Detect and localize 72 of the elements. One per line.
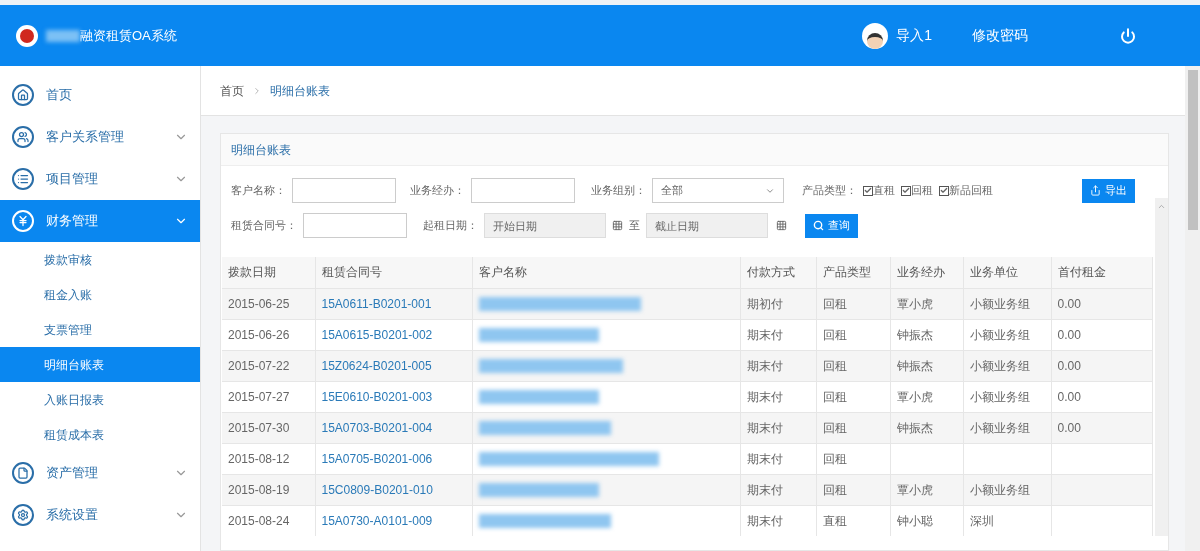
user-link[interactable]: 导入1 <box>896 25 932 46</box>
logo-icon <box>16 24 38 47</box>
submenu-item[interactable]: 拨款审核 <box>0 242 200 277</box>
field-label: 产品类型： <box>802 183 857 199</box>
checkbox-label: 新品回租 <box>949 183 993 199</box>
breadcrumb-link[interactable]: 明细台账表 <box>270 81 330 100</box>
power-icon[interactable] <box>1120 27 1136 44</box>
blurred-bar <box>46 29 80 42</box>
chevron-icon <box>252 85 262 96</box>
select-value: 全部 <box>661 183 683 199</box>
submenu-item[interactable]: 入账日报表 <box>0 382 200 417</box>
menu-label: 首页 <box>46 86 73 105</box>
submenu-item[interactable]: 支票管理 <box>0 312 200 347</box>
end-date-field[interactable]: 截止日期 <box>646 213 768 238</box>
sidebar-item[interactable]: 项目管理 <box>0 158 200 200</box>
table-cell: 15A0730-A0101-009 <box>315 505 472 536</box>
menu-label: 系统设置 <box>46 506 99 525</box>
input-field[interactable] <box>471 178 575 203</box>
checkbox-label: 回租 <box>911 183 933 199</box>
group-select[interactable]: 全部 <box>652 178 784 203</box>
checkbox[interactable] <box>901 185 911 196</box>
calendar-icon[interactable] <box>612 220 623 231</box>
list-icon <box>12 168 34 190</box>
settings-icon <box>12 504 34 526</box>
sidebar-item[interactable]: 首页 <box>0 74 200 116</box>
sidebar-item[interactable]: 资产管理 <box>0 452 200 494</box>
start-date-field[interactable]: 开始日期 <box>484 213 606 238</box>
field-label: 起租日期： <box>423 218 478 234</box>
input-field[interactable] <box>292 178 396 203</box>
panel-title: 明细台账表 <box>231 141 291 159</box>
submenu-item[interactable]: 明细台账表 <box>0 347 200 382</box>
submenu-item[interactable]: 租金入账 <box>0 277 200 312</box>
field-label: 业务组别： <box>591 183 646 199</box>
users-icon <box>12 126 34 148</box>
field-label: 客户名称： <box>231 183 286 199</box>
table-cell: 钟小聪 <box>890 505 963 536</box>
app-title: 融资租赁OA系统 <box>80 26 177 45</box>
field-label: 租赁合同号： <box>231 218 297 234</box>
yen-icon <box>12 210 34 232</box>
field-label: 业务经办： <box>410 183 465 199</box>
search-button[interactable]: 查询 <box>805 213 858 238</box>
change-password-link[interactable]: 修改密码 <box>972 25 1028 46</box>
sidebar-item[interactable]: 财务管理 <box>0 200 200 242</box>
home-icon <box>12 84 34 106</box>
menu-label: 资产管理 <box>46 464 99 483</box>
checkbox[interactable] <box>939 185 949 196</box>
checkbox-label: 直租 <box>873 183 895 199</box>
check-icon <box>902 186 910 195</box>
breadcrumb-link[interactable]: 首页 <box>220 81 244 100</box>
table-cell: 深圳 <box>963 505 1051 536</box>
sidebar-item[interactable]: 系统设置 <box>0 494 200 536</box>
table-cell: 2015-08-24 <box>222 505 315 536</box>
to-label: 至 <box>629 218 640 234</box>
menu-label: 项目管理 <box>46 170 99 189</box>
avatar-icon <box>862 22 889 49</box>
menu-label: 财务管理 <box>46 212 99 231</box>
table-cell: 期末付 <box>740 505 816 536</box>
submenu-item[interactable]: 租赁成本表 <box>0 417 200 452</box>
page-scrollbar[interactable] <box>1185 66 1200 551</box>
input-field[interactable] <box>303 213 407 238</box>
check-icon <box>864 186 872 195</box>
checkbox[interactable] <box>863 185 873 196</box>
search-icon <box>813 220 824 231</box>
scrollbar[interactable] <box>1155 198 1168 536</box>
export-icon <box>1090 185 1101 196</box>
sidebar-item[interactable]: 客户关系管理 <box>0 116 200 158</box>
export-button[interactable]: 导出 <box>1082 178 1135 203</box>
check-icon <box>940 186 948 195</box>
menu-label: 客户关系管理 <box>46 128 125 147</box>
file-icon <box>12 462 34 484</box>
table-cell: 直租 <box>816 505 890 536</box>
calendar-icon[interactable] <box>776 220 787 231</box>
